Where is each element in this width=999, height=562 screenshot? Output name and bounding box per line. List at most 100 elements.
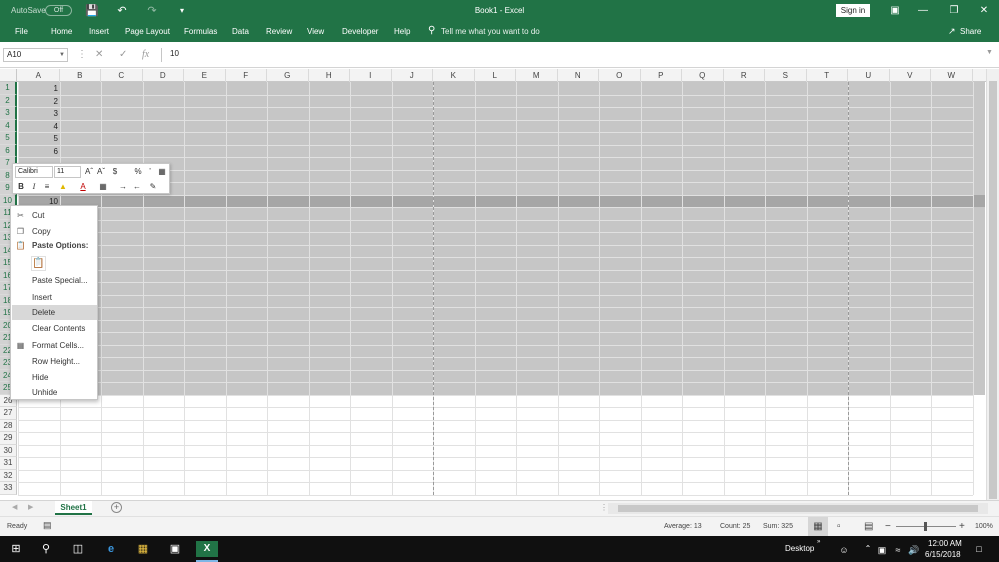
zoom-in-icon[interactable]: + — [959, 521, 965, 532]
more-options-icon[interactable]: ⋮ — [77, 49, 87, 60]
italic-icon[interactable]: I — [29, 181, 39, 193]
column-header[interactable]: K — [433, 69, 475, 82]
windows-start-icon[interactable]: ⊞ — [5, 541, 27, 557]
column-header[interactable]: C — [101, 69, 143, 82]
row-header[interactable]: 1 — [0, 82, 17, 95]
cell-value[interactable]: 5 — [18, 134, 58, 147]
cell-value[interactable]: 4 — [18, 122, 58, 135]
menu-item-cut[interactable]: ✂ Cut — [12, 208, 97, 223]
edge-icon[interactable]: e — [100, 541, 122, 557]
sheet-tab-sheet1[interactable]: Sheet1 — [55, 501, 92, 515]
column-header[interactable]: T — [807, 69, 848, 82]
minimize-icon[interactable]: — — [913, 2, 933, 19]
normal-view-icon[interactable]: ▦ — [808, 517, 828, 536]
cancel-icon[interactable]: ✕ — [95, 49, 103, 60]
row-header[interactable]: 3 — [0, 107, 17, 120]
vertical-scrollbar[interactable] — [986, 69, 999, 500]
cell-value[interactable]: 6 — [18, 147, 58, 160]
format-painter-icon[interactable]: ✎ — [147, 181, 159, 193]
row-header[interactable]: 31 — [0, 457, 17, 470]
decrease-font-icon[interactable]: Aˇ — [96, 166, 106, 178]
desktop-toolbar[interactable]: Desktop — [785, 544, 814, 553]
column-header[interactable]: P — [641, 69, 682, 82]
scroll-thumb[interactable] — [989, 81, 997, 499]
formula-input[interactable]: 10 — [161, 48, 996, 62]
clock-date[interactable]: 6/15/2018 — [925, 550, 961, 559]
tab-home[interactable]: Home — [51, 27, 72, 36]
tab-file[interactable]: File — [15, 27, 28, 36]
row-header[interactable]: 4 — [0, 119, 17, 132]
column-header[interactable]: M — [516, 69, 558, 82]
cell-value[interactable]: 3 — [18, 109, 58, 122]
row-header[interactable]: 2 — [0, 94, 17, 107]
close-icon[interactable]: ✕ — [974, 2, 994, 19]
column-header[interactable]: E — [184, 69, 226, 82]
search-icon[interactable]: ⚲ — [35, 541, 57, 557]
decrease-decimal-icon[interactable]: ← — [131, 181, 143, 193]
merge-center-icon[interactable]: ▦ — [156, 166, 168, 178]
toolbar-expand-icon[interactable]: » — [817, 539, 820, 545]
zoom-slider-thumb[interactable] — [924, 522, 927, 531]
chevron-down-icon[interactable]: ▼ — [59, 49, 65, 61]
people-icon[interactable]: ☺ — [833, 542, 855, 558]
column-header[interactable]: O — [599, 69, 641, 82]
font-color-icon[interactable]: A — [77, 181, 89, 193]
column-header[interactable]: G — [267, 69, 309, 82]
menu-item-paste-special[interactable]: Paste Special... — [12, 273, 97, 288]
name-box[interactable]: A10 ▼ — [3, 48, 68, 62]
bold-icon[interactable]: B — [16, 181, 26, 193]
tab-review[interactable]: Review — [266, 27, 292, 36]
borders-icon[interactable]: ▦ — [97, 181, 109, 193]
enter-icon[interactable]: ✓ — [119, 49, 127, 60]
align-center-icon[interactable]: ≡ — [42, 181, 52, 193]
expand-formula-icon[interactable]: ▼ — [986, 49, 993, 56]
column-header[interactable]: S — [765, 69, 807, 82]
scroll-thumb[interactable] — [618, 505, 978, 512]
restore-icon[interactable]: ❐ — [944, 2, 964, 19]
column-header[interactable]: R — [724, 69, 765, 82]
font-size-box[interactable]: 11 — [54, 166, 81, 178]
sign-in-button[interactable]: Sign in — [836, 4, 870, 17]
status-count[interactable]: Count: 25 — [720, 523, 750, 530]
column-header[interactable]: L — [475, 69, 516, 82]
insert-function-icon[interactable]: fx — [142, 49, 149, 60]
excel-taskbar-icon[interactable]: X — [196, 541, 218, 557]
row-header[interactable]: 30 — [0, 444, 17, 457]
page-layout-view-icon[interactable]: ▫ — [837, 521, 841, 532]
notifications-icon[interactable]: □ — [968, 541, 990, 557]
column-header[interactable]: I — [350, 69, 392, 82]
prev-sheet-icon[interactable]: ◀ — [12, 503, 17, 511]
row-header[interactable]: 27 — [0, 407, 17, 420]
menu-item-clear-contents[interactable]: Clear Contents — [12, 321, 97, 336]
file-explorer-icon[interactable]: ▦ — [132, 541, 154, 557]
new-sheet-icon[interactable]: + — [111, 502, 122, 513]
tab-developer[interactable]: Developer — [342, 27, 378, 36]
share-button[interactable]: Share — [960, 27, 981, 36]
tab-insert[interactable]: Insert — [89, 27, 109, 36]
increase-font-icon[interactable]: Aˆ — [84, 166, 94, 178]
menu-item-row-height[interactable]: Row Height... — [12, 354, 97, 369]
menu-item-unhide[interactable]: Unhide — [12, 385, 97, 400]
fill-color-icon[interactable]: ▲ — [57, 181, 69, 193]
cell-value[interactable]: 1 — [18, 84, 58, 97]
task-view-icon[interactable]: ◫ — [67, 541, 89, 557]
clock-time[interactable]: 12:00 AM — [928, 539, 962, 548]
column-header[interactable]: B — [60, 69, 101, 82]
currency-icon[interactable]: $ — [110, 166, 120, 178]
column-header[interactable]: U — [848, 69, 890, 82]
row-header[interactable]: 33 — [0, 482, 17, 495]
next-sheet-icon[interactable]: ▶ — [28, 503, 33, 511]
menu-item-delete[interactable]: Delete — [12, 305, 97, 320]
percent-icon[interactable]: % — [133, 166, 143, 178]
column-header[interactable]: D — [143, 69, 184, 82]
worksheet-grid[interactable]: ABCDEFGHIJKLMNOPQRSTUVW 1 2 3 4 5 6 7 8 9 10 11 12 1… — [0, 68, 999, 500]
tab-page-layout[interactable]: Page Layout — [125, 27, 170, 36]
menu-item-copy[interactable]: ❐ Copy — [12, 224, 97, 239]
increase-decimal-icon[interactable]: → — [117, 181, 129, 193]
store-icon[interactable]: ▣ — [164, 541, 186, 557]
font-name-box[interactable]: Calibri — [15, 166, 53, 178]
row-header[interactable]: 6 — [0, 144, 17, 157]
page-break-view-icon[interactable]: ▤ — [864, 521, 873, 532]
menu-item-insert[interactable]: Insert — [12, 290, 97, 305]
menu-item-format-cells[interactable]: ▦ Format Cells... — [12, 338, 97, 353]
